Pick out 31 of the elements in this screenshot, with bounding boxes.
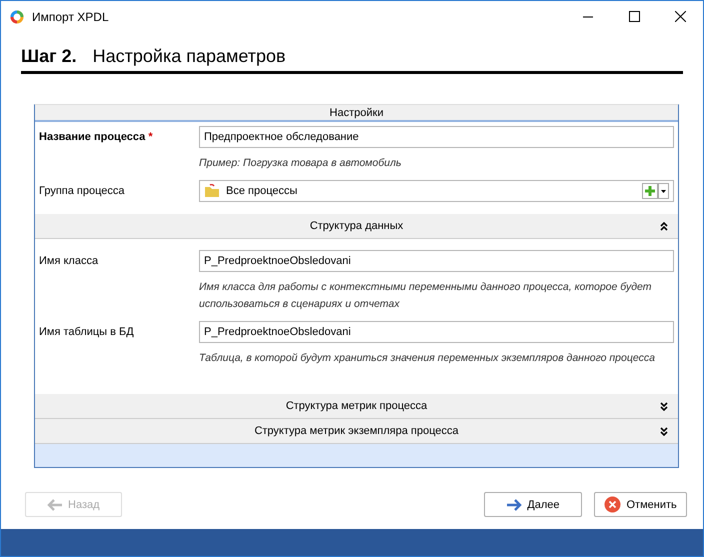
next-button[interactable]: Далее xyxy=(484,492,582,517)
app-logo-icon xyxy=(10,10,24,24)
maximize-icon xyxy=(628,11,640,22)
panel-title: Настройки xyxy=(35,105,678,122)
dropdown-icon[interactable] xyxy=(658,183,669,199)
collapse-icon xyxy=(660,222,668,231)
input-field[interactable]: P_PredproektnoeObsledovani xyxy=(199,250,674,272)
window-title: Импорт XPDL xyxy=(32,10,110,24)
step-number: Шаг 2. xyxy=(21,46,77,67)
field-hint: Таблица, в которой будут храниться значения переменных экземпляров данного процесса xyxy=(199,351,656,366)
arrow-left-icon xyxy=(47,498,64,510)
close-icon xyxy=(604,496,622,513)
section-header[interactable]: Структура метрик экземпляра процесса xyxy=(35,419,678,444)
section-header[interactable]: Структура данных xyxy=(35,214,678,239)
input-field[interactable]: P_PredproektnoeObsledovani xyxy=(199,321,674,343)
expand-icon xyxy=(660,402,668,411)
field-label: Название процесса * xyxy=(39,131,154,143)
field-hint: Пример: Погрузка товара в автомобиль xyxy=(199,156,402,171)
arrow-right-icon xyxy=(506,498,522,510)
expand-icon xyxy=(660,427,668,436)
group-combo[interactable]: Все процессы xyxy=(199,180,674,202)
field-hint: Имя класса для работы с контекстными переменными данного процесса, которое будет использоваться в сценариях и отчетах xyxy=(199,280,652,312)
field-label: Имя таблицы в БД xyxy=(39,326,135,338)
field-label: Имя класса xyxy=(39,255,100,267)
input-field[interactable]: Предпроектное обследование xyxy=(199,126,674,148)
step-title: Настройка параметров xyxy=(92,46,286,67)
field-label: Группа процесса xyxy=(39,185,126,197)
folder-icon xyxy=(204,184,220,198)
close-icon xyxy=(674,11,686,22)
section-header[interactable]: Структура метрик процесса xyxy=(35,394,678,419)
cancel-button[interactable]: Отменить xyxy=(594,492,687,517)
